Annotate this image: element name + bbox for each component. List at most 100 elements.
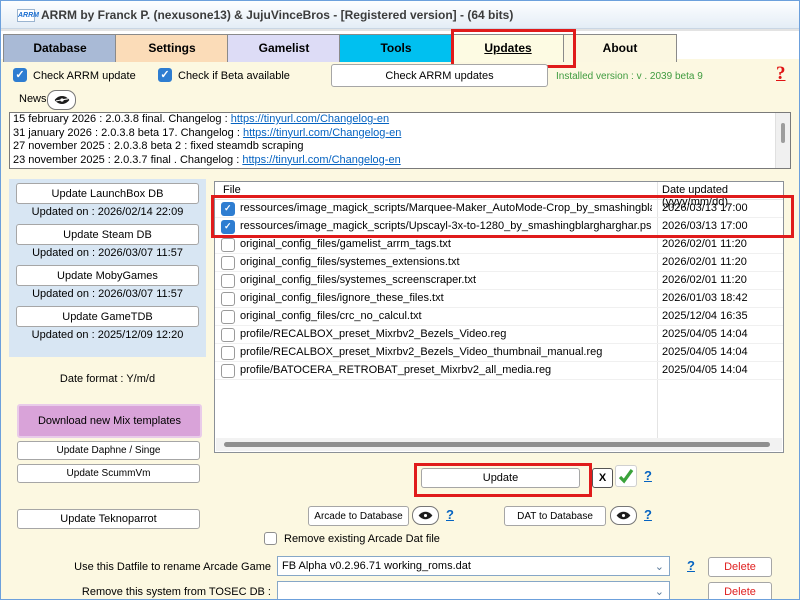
update-db-button[interactable]: Update Steam DB xyxy=(16,224,199,245)
row-filename: original_config_files/crc_no_calcul.txt xyxy=(240,310,422,322)
update-daphne-button[interactable]: Update Daphne / Singe xyxy=(17,441,200,460)
row-checkbox[interactable] xyxy=(221,310,235,324)
row-date: 2026/02/01 11:20 xyxy=(662,256,747,268)
dat-to-database-button[interactable]: DAT to Database xyxy=(504,506,606,526)
update-db-button[interactable]: Update LaunchBox DB xyxy=(16,183,199,204)
db-entry: Update Steam DB Updated on : 2026/03/07 … xyxy=(9,220,206,259)
row-date: 2025/04/05 14:04 xyxy=(662,328,748,340)
table-row[interactable]: profile/RECALBOX_preset_Mixrbv2_Bezels_V… xyxy=(215,344,783,362)
tab-label: Gamelist xyxy=(259,35,310,61)
news-scrollbar[interactable] xyxy=(775,113,790,168)
arcade-to-database-button[interactable]: Arcade to Database xyxy=(308,506,409,526)
dat-help-icon[interactable]: ? xyxy=(644,507,652,522)
table-hscrollbar[interactable] xyxy=(216,438,782,451)
datfile-delete-button[interactable]: Delete xyxy=(708,557,772,577)
tosec-delete-button[interactable]: Delete xyxy=(708,582,772,600)
row-filename: profile/BATOCERA_RETROBAT_preset_Mixrbv2… xyxy=(240,364,551,376)
table-row[interactable]: original_config_files/gamelist_arrm_tags… xyxy=(215,236,783,254)
update-db-button[interactable]: Update MobyGames xyxy=(16,265,199,286)
check-arrm-update-checkbox[interactable] xyxy=(13,68,27,82)
dat-eye-button[interactable] xyxy=(610,506,637,525)
table-row[interactable]: ressources/image_magick_scripts/Upscayl-… xyxy=(215,218,783,236)
news-eye-button[interactable] xyxy=(47,90,76,110)
update-button[interactable]: Update xyxy=(421,468,580,488)
check-beta-checkbox[interactable] xyxy=(158,68,172,82)
chevron-down-icon[interactable]: ⌄ xyxy=(655,558,664,576)
table-row[interactable]: ressources/image_magick_scripts/Marquee-… xyxy=(215,200,783,218)
datfile-help-icon[interactable]: ? xyxy=(687,558,695,573)
table-row[interactable]: original_config_files/systemes_screenscr… xyxy=(215,272,783,290)
row-checkbox[interactable] xyxy=(221,292,235,306)
check-all-button[interactable] xyxy=(615,465,637,487)
table-row[interactable]: profile/BATOCERA_RETROBAT_preset_Mixrbv2… xyxy=(215,362,783,380)
tosec-combobox[interactable]: ⌄ xyxy=(277,581,670,600)
row-checkbox[interactable] xyxy=(221,238,235,252)
remove-existing-dat-label: Remove existing Arcade Dat file xyxy=(284,533,440,545)
chevron-down-icon[interactable]: ⌄ xyxy=(655,583,664,600)
row-checkbox[interactable] xyxy=(221,256,235,270)
table-row[interactable]: original_config_files/systemes_extension… xyxy=(215,254,783,272)
news-changelog-link[interactable]: https://tinyurl.com/Changelog-en xyxy=(243,127,401,139)
check-arrm-updates-button[interactable]: Check ARRM updates xyxy=(331,64,548,87)
updated-on-text: Updated on : 2026/03/07 11:57 xyxy=(9,288,206,300)
check-arrm-update-label: Check ARRM update xyxy=(33,70,136,82)
tab[interactable]: Updates xyxy=(451,34,565,62)
datfile-combobox[interactable]: FB Alpha v0.2.96.71 working_roms.dat ⌄ xyxy=(277,556,670,576)
row-date: 2026/03/13 17:00 xyxy=(662,202,748,214)
green-check-icon xyxy=(616,466,636,486)
table-header: File Date updated (yyyy/mm/dd) xyxy=(215,182,783,200)
datfile-label: Use this Datfile to rename Arcade Game xyxy=(1,561,271,573)
row-date: 2026/03/13 17:00 xyxy=(662,220,748,232)
window-title: ARRM by Franck P. (nexusone13) & JujuVin… xyxy=(41,8,513,22)
help-icon[interactable]: ? xyxy=(776,63,786,85)
news-text: 27 november 2025 : 2.0.3.8 beta 2 : fixe… xyxy=(13,140,303,152)
db-entry: Update GameTDB Updated on : 2025/12/09 1… xyxy=(9,302,206,341)
installed-version-text: Installed version : v . 2039 beta 9 xyxy=(556,71,703,82)
row-filename: original_config_files/gamelist_arrm_tags… xyxy=(240,238,451,250)
news-line: 15 february 2026 : 2.0.3.8 final. Change… xyxy=(10,113,790,127)
row-checkbox[interactable] xyxy=(221,202,235,216)
arcade-eye-button[interactable] xyxy=(412,506,439,525)
arrm-window: ARRM ARRM by Franck P. (nexusone13) & Ju… xyxy=(0,0,800,600)
row-date: 2026/01/03 18:42 xyxy=(662,292,748,304)
tab[interactable]: Gamelist xyxy=(227,34,341,62)
update-help-icon[interactable]: ? xyxy=(644,468,652,483)
row-checkbox[interactable] xyxy=(221,328,235,342)
db-entry: Update MobyGames Updated on : 2026/03/07… xyxy=(9,261,206,300)
news-text: 31 january 2026 : 2.0.3.8 beta 17. Chang… xyxy=(13,127,243,139)
tab-label: Settings xyxy=(148,35,195,61)
download-mix-templates-button[interactable]: Download new Mix templates xyxy=(17,404,202,438)
table-row[interactable]: original_config_files/ignore_these_files… xyxy=(215,290,783,308)
news-box: 15 february 2026 : 2.0.3.8 final. Change… xyxy=(9,112,791,169)
update-db-button[interactable]: Update GameTDB xyxy=(16,306,199,327)
tab-strip: Database Settings Gamelist Tools Updates… xyxy=(1,29,800,59)
row-filename: ressources/image_magick_scripts/Upscayl-… xyxy=(240,220,652,232)
row-checkbox[interactable] xyxy=(221,220,235,234)
row-checkbox[interactable] xyxy=(221,274,235,288)
news-changelog-link[interactable]: https://tinyurl.com/Changelog-en xyxy=(242,154,400,166)
row-date: 2025/12/04 16:35 xyxy=(662,310,748,322)
arcade-help-icon[interactable]: ? xyxy=(446,507,454,522)
update-teknoparrot-button[interactable]: Update Teknoparrot xyxy=(17,509,200,529)
row-date: 2025/04/05 14:04 xyxy=(662,364,748,376)
column-file[interactable]: File xyxy=(223,184,241,196)
table-row[interactable]: original_config_files/crc_no_calcul.txt … xyxy=(215,308,783,326)
update-scummvm-button[interactable]: Update ScummVm xyxy=(17,464,200,483)
file-list: ressources/image_magick_scripts/Marquee-… xyxy=(215,200,783,380)
table-row[interactable]: profile/RECALBOX_preset_Mixrbv2_Bezels_V… xyxy=(215,326,783,344)
tab[interactable]: About xyxy=(563,34,677,62)
tab[interactable]: Tools xyxy=(339,34,453,62)
tab-label: Tools xyxy=(380,35,411,61)
remove-existing-dat-checkbox[interactable] xyxy=(264,532,277,545)
table-hscrollbar-thumb[interactable] xyxy=(224,442,770,447)
row-checkbox[interactable] xyxy=(221,346,235,360)
news-scrollbar-thumb[interactable] xyxy=(781,123,785,143)
row-checkbox[interactable] xyxy=(221,364,235,378)
db-entry: Update LaunchBox DB Updated on : 2026/02… xyxy=(9,179,206,218)
app-icon: ARRM xyxy=(17,9,35,22)
eye-icon xyxy=(54,95,70,105)
tab[interactable]: Database xyxy=(3,34,117,62)
news-changelog-link[interactable]: https://tinyurl.com/Changelog-en xyxy=(231,113,389,125)
tab[interactable]: Settings xyxy=(115,34,229,62)
uncheck-all-button[interactable]: X xyxy=(592,468,613,488)
